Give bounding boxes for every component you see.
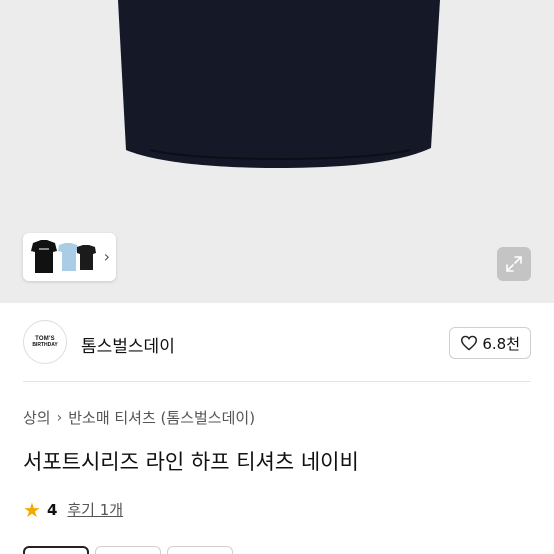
thumbnail-images	[31, 240, 96, 273]
divider	[23, 381, 531, 382]
product-title: 서포트시리즈 라인 하프 티셔츠 네이비	[23, 450, 359, 474]
expand-button[interactable]	[497, 247, 531, 281]
option-tabs	[23, 546, 233, 554]
chevron-right-icon[interactable]: ›	[104, 247, 110, 266]
seller-name[interactable]: 톰스벌스데이	[81, 332, 175, 357]
rating-score: 4	[46, 500, 58, 519]
product-image-gallery[interactable]: ›	[0, 0, 554, 303]
thumbnail-strip[interactable]: ›	[23, 233, 116, 281]
breadcrumb-item-subcategory[interactable]: 반소매 티셔츠 (톰스벌스데이)	[68, 407, 255, 428]
seller-logo-line2: BIRTHDAY	[32, 342, 58, 348]
chevron-right-icon: ›	[56, 409, 63, 426]
breadcrumb: 상의 › 반소매 티셔츠 (톰스벌스데이)	[23, 407, 255, 428]
option-tab[interactable]	[167, 546, 233, 554]
star-icon: ★	[23, 497, 41, 522]
reviews-link[interactable]: 후기 1개	[67, 499, 123, 520]
like-button[interactable]: 6.8천	[449, 327, 531, 359]
heart-icon	[461, 335, 478, 351]
breadcrumb-item-category[interactable]: 상의	[23, 407, 51, 428]
option-tab-selected[interactable]	[23, 546, 89, 554]
rating-row: ★ 4 후기 1개	[23, 499, 123, 520]
expand-icon	[506, 256, 522, 272]
seller-logo[interactable]: TOM'S BIRTHDAY	[23, 320, 67, 364]
seller-row[interactable]: TOM'S BIRTHDAY 톰스벌스데이 6.8천	[23, 320, 531, 366]
like-count: 6.8천	[482, 334, 520, 353]
option-tab[interactable]	[95, 546, 161, 554]
